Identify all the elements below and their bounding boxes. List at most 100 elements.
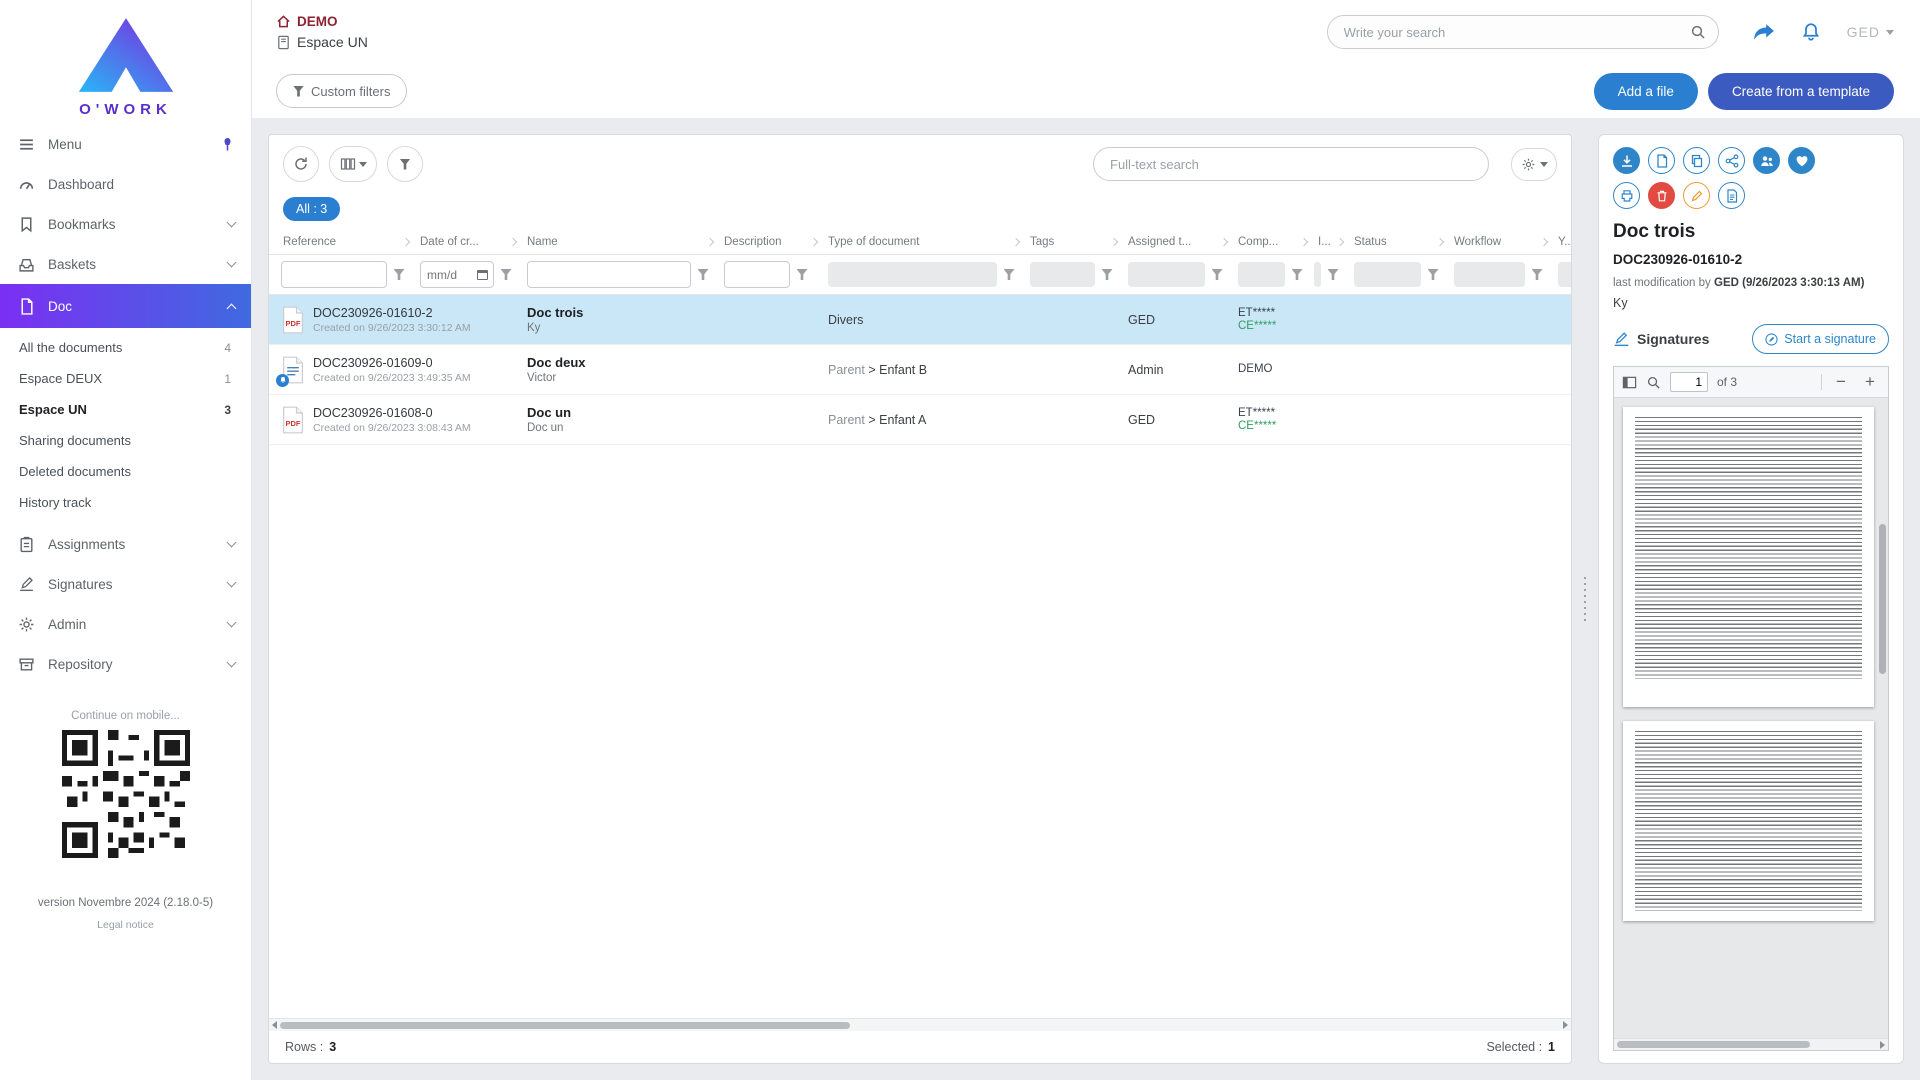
- scrollbar-thumb[interactable]: [1879, 524, 1886, 674]
- sidebar-item-sharing-documents[interactable]: Sharing documents: [0, 425, 251, 456]
- properties-button[interactable]: [1718, 182, 1745, 209]
- name-filter-input[interactable]: [527, 261, 691, 288]
- table-row[interactable]: DOC230926-01609-0 Created on 9/26/2023 3…: [269, 345, 1571, 395]
- workspace-link[interactable]: DEMO: [276, 14, 368, 29]
- pdf-horizontal-scrollbar[interactable]: [1614, 1038, 1888, 1050]
- filter-funnel-icon[interactable]: [1288, 266, 1306, 284]
- column-header-assigned[interactable]: Assigned t...: [1120, 236, 1230, 248]
- search-icon[interactable]: [1690, 24, 1706, 40]
- column-header-y[interactable]: Y...: [1550, 236, 1572, 248]
- filter-funnel-icon[interactable]: [1098, 266, 1116, 284]
- scrollbar-thumb[interactable]: [280, 1022, 850, 1029]
- tab-all-documents[interactable]: All : 3: [283, 197, 340, 221]
- company-filter-select[interactable]: [1238, 262, 1285, 287]
- filter-funnel-icon[interactable]: [694, 266, 712, 284]
- pdf-page-area[interactable]: [1614, 398, 1888, 1038]
- sidebar-item-label: Doc: [48, 299, 215, 314]
- scrollbar-thumb[interactable]: [1617, 1041, 1810, 1048]
- column-header-tags[interactable]: Tags: [1022, 236, 1120, 248]
- sidebar-item-admin[interactable]: Admin: [0, 604, 251, 644]
- create-from-template-button[interactable]: Create from a template: [1708, 73, 1894, 110]
- fulltext-search-input[interactable]: [1093, 147, 1489, 181]
- pdf-sidebar-toggle-button[interactable]: [1622, 375, 1637, 390]
- filter-funnel-icon[interactable]: [1528, 266, 1546, 284]
- vertical-scrollbar[interactable]: [1878, 398, 1886, 1038]
- column-header-company[interactable]: Comp...: [1230, 236, 1310, 248]
- add-file-button[interactable]: Add a file: [1594, 73, 1698, 110]
- print-button[interactable]: [1613, 182, 1640, 209]
- favorite-button[interactable]: [1788, 147, 1815, 174]
- global-search-input[interactable]: [1344, 25, 1690, 40]
- filter-funnel-icon[interactable]: [497, 266, 515, 284]
- download-button[interactable]: [1613, 147, 1640, 174]
- sidebar-item-all-documents[interactable]: All the documents 4: [0, 332, 251, 363]
- delete-button[interactable]: [1648, 182, 1675, 209]
- column-header-description[interactable]: Description: [716, 236, 820, 248]
- pin-icon[interactable]: [220, 137, 235, 152]
- sidebar-item-doc[interactable]: Doc: [0, 284, 251, 328]
- type-filter-select[interactable]: [828, 262, 997, 287]
- filter-funnel-icon[interactable]: [390, 266, 408, 284]
- sidebar-item-repository[interactable]: Repository: [0, 644, 251, 684]
- sidebar-item-signatures[interactable]: Signatures: [0, 564, 251, 604]
- sidebar-item-menu[interactable]: Menu: [0, 124, 251, 164]
- pdf-search-button[interactable]: [1646, 375, 1661, 390]
- column-header-type[interactable]: Type of document: [820, 236, 1022, 248]
- table-settings-button[interactable]: [1511, 148, 1557, 181]
- calendar-icon[interactable]: [477, 270, 488, 280]
- sidebar-item-espace-deux[interactable]: Espace DEUX 1: [0, 363, 251, 394]
- panel-resize-handle[interactable]: [1582, 575, 1588, 623]
- count-badge: 3: [224, 403, 231, 417]
- column-header-i[interactable]: I...: [1310, 236, 1346, 248]
- refresh-button[interactable]: [283, 146, 319, 182]
- filter-funnel-icon[interactable]: [1208, 266, 1226, 284]
- y-filter-select[interactable]: [1558, 262, 1572, 287]
- filter-funnel-icon[interactable]: [1000, 266, 1018, 284]
- notifications-button[interactable]: [1801, 22, 1821, 42]
- column-header-status[interactable]: Status: [1346, 236, 1446, 248]
- table-row[interactable]: PDF DOC230926-01610-2 Created on 9/26/20…: [269, 295, 1571, 345]
- sidebar-item-bookmarks[interactable]: Bookmarks: [0, 204, 251, 244]
- assign-users-button[interactable]: [1753, 147, 1780, 174]
- zoom-out-button[interactable]: −: [1831, 372, 1851, 392]
- export-file-button[interactable]: [1648, 147, 1675, 174]
- user-menu[interactable]: GED: [1847, 24, 1894, 40]
- sidebar-item-baskets[interactable]: Baskets: [0, 244, 251, 284]
- scroll-right-arrow[interactable]: [1563, 1021, 1568, 1029]
- i-filter-select[interactable]: [1314, 262, 1321, 287]
- space-link[interactable]: Espace UN: [276, 34, 368, 50]
- table-row[interactable]: PDF DOC230926-01608-0 Created on 9/26/20…: [269, 395, 1571, 445]
- start-signature-button[interactable]: Start a signature: [1752, 324, 1889, 354]
- share-document-button[interactable]: [1718, 147, 1745, 174]
- sidebar-item-espace-un[interactable]: Espace UN 3: [0, 394, 251, 425]
- duplicate-button[interactable]: [1683, 147, 1710, 174]
- legal-notice-link[interactable]: Legal notice: [0, 919, 251, 931]
- column-header-workflow[interactable]: Workflow: [1446, 236, 1550, 248]
- filters-button[interactable]: [387, 146, 423, 182]
- columns-button[interactable]: [329, 146, 377, 182]
- reference-filter-input[interactable]: [281, 261, 387, 288]
- edit-button[interactable]: [1683, 182, 1710, 209]
- scroll-right-arrow[interactable]: [1880, 1041, 1885, 1049]
- share-button[interactable]: [1753, 23, 1775, 41]
- sidebar-item-deleted-documents[interactable]: Deleted documents: [0, 456, 251, 487]
- sidebar-item-dashboard[interactable]: Dashboard: [0, 164, 251, 204]
- column-header-reference[interactable]: Reference: [269, 236, 412, 248]
- page-number-input[interactable]: [1670, 372, 1708, 392]
- column-header-name[interactable]: Name: [519, 236, 716, 248]
- filter-funnel-icon[interactable]: [1324, 266, 1342, 284]
- status-filter-select[interactable]: [1354, 262, 1421, 287]
- description-filter-input[interactable]: [724, 261, 790, 288]
- sidebar-item-assignments[interactable]: Assignments: [0, 524, 251, 564]
- horizontal-scrollbar[interactable]: [269, 1018, 1571, 1031]
- filter-funnel-icon[interactable]: [793, 266, 811, 284]
- column-header-date[interactable]: Date of cr...: [412, 236, 519, 248]
- workflow-filter-select[interactable]: [1454, 262, 1525, 287]
- custom-filters-button[interactable]: Custom filters: [276, 74, 407, 108]
- zoom-in-button[interactable]: +: [1860, 372, 1880, 392]
- scroll-left-arrow[interactable]: [272, 1021, 277, 1029]
- filter-funnel-icon[interactable]: [1424, 266, 1442, 284]
- tags-filter-select[interactable]: [1030, 262, 1095, 287]
- sidebar-item-history-track[interactable]: History track: [0, 487, 251, 518]
- assigned-filter-select[interactable]: [1128, 262, 1205, 287]
